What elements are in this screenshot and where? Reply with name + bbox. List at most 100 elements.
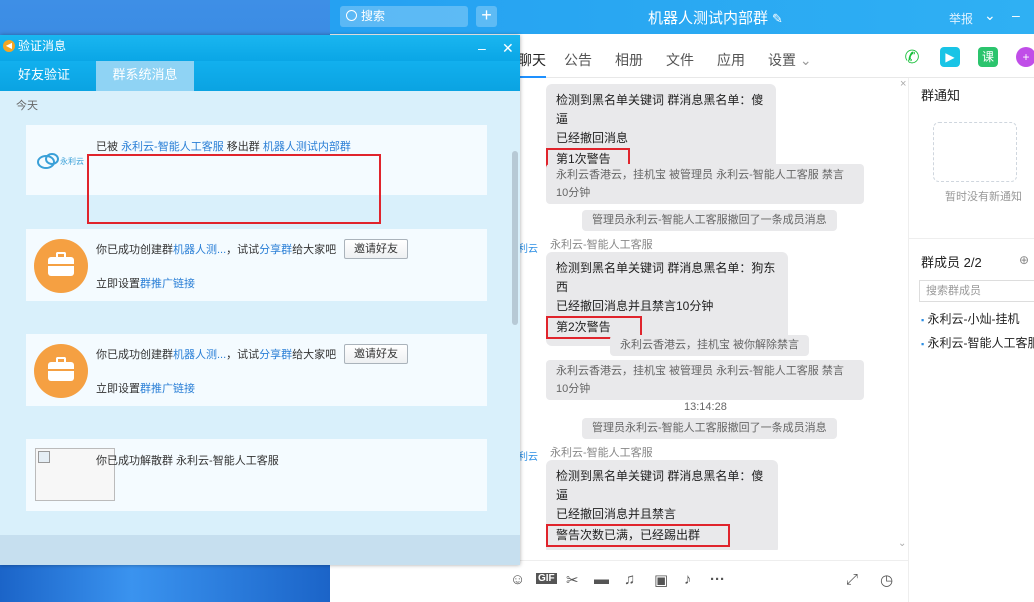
verification-message-list: 今天 永利云 已被 永利云-智能人工客服 移出群 机器人测试内部群 你已成功创建…	[0, 91, 520, 535]
message-text: 已经撤回消息并且禁言	[556, 507, 677, 521]
text-mid: 移出群	[226, 141, 260, 153]
group-link[interactable]: 机器人测试内部群	[263, 141, 351, 153]
cloud-logo-icon: 永利云	[36, 149, 86, 171]
avatar: ▪	[921, 339, 925, 349]
search-input[interactable]: 搜索	[340, 6, 468, 27]
message-text: 已被 永利云-智能人工客服 移出群 机器人测试内部群	[96, 138, 351, 154]
chevron-down-icon[interactable]: ⌄	[984, 7, 996, 24]
scrollbar[interactable]	[512, 151, 518, 325]
invite-friends-button[interactable]: 邀请好友	[344, 239, 408, 259]
add-app-icon[interactable]: +	[1016, 47, 1034, 67]
folder-icon[interactable]: ▬	[594, 571, 609, 588]
search-icon	[346, 10, 357, 21]
member-name: 永利云-小灿-挂机	[927, 312, 1020, 326]
member-settings-icon[interactable]: ⊕	[1019, 253, 1029, 267]
system-notice: 永利云香港云，挂机宝 被你解除禁言	[610, 335, 810, 356]
system-notice: 永利云香港云，挂机宝 被管理员 永利云-智能人工客服 禁言10分钟	[546, 164, 864, 204]
tab-chat[interactable]: 聊天	[518, 50, 546, 78]
add-button[interactable]: +	[476, 6, 497, 27]
chevron-down-icon: ⌄	[799, 52, 812, 68]
speaker-icon: ◀	[3, 40, 15, 52]
gif-icon[interactable]: GIF	[536, 573, 557, 584]
member-item[interactable]: ▪ 永利云-小灿-挂机	[921, 310, 1020, 327]
message-text: 你已成功解散群 永利云-智能人工客服	[96, 455, 279, 467]
avatar[interactable]: 利云	[518, 240, 544, 255]
message-text: 你已成功创建群机器人测...，试试分享群给大家吧	[96, 241, 336, 257]
video-icon[interactable]: ▶	[940, 47, 960, 67]
highlight-box	[87, 154, 381, 224]
verification-title-bar: ◀ 验证消息 – ✕	[0, 35, 520, 61]
chat-tab-bar: 聊天 公告 相册 文件 应用 设置 ⌄ ✆ ▶ 课 +	[500, 34, 1034, 78]
close-icon[interactable]: ×	[900, 78, 906, 90]
chat-title-text: 机器人测试内部群	[648, 10, 769, 27]
emoji-icon[interactable]: ☺	[510, 571, 525, 588]
list-item: 你已成功创建群机器人测...，试试分享群给大家吧 邀请好友 立即设置群推广链接	[26, 334, 487, 406]
edit-icon[interactable]: ✎	[772, 11, 783, 27]
tab-friend-verification[interactable]: 好友验证	[0, 61, 88, 91]
briefcase-icon	[34, 344, 88, 398]
setup-prefix: 立即设置	[96, 278, 140, 290]
members-title: 群成员 2/2	[921, 255, 982, 270]
music-icon[interactable]: ♫	[624, 571, 635, 588]
verification-footer	[0, 535, 520, 565]
report-link[interactable]: 举报	[949, 10, 973, 27]
avatar: ▪	[921, 315, 925, 325]
history-icon[interactable]: ◷	[880, 571, 893, 589]
text-prefix: 你已成功创建群	[96, 244, 173, 256]
tab-settings[interactable]: 设置 ⌄	[768, 50, 812, 70]
tab-apps[interactable]: 应用	[717, 50, 745, 70]
setup-prefix: 立即设置	[96, 383, 140, 395]
lesson-icon[interactable]: 课	[978, 47, 998, 67]
message-text: 检测到黑名单关键词 群消息黑名单：傻逼	[556, 93, 764, 126]
promotion-link[interactable]: 群推广链接	[140, 278, 195, 290]
member-name: 永利云-智能人工客服	[927, 336, 1034, 350]
invite-friends-button[interactable]: 邀请好友	[344, 344, 408, 364]
phone-icon[interactable]: ✆	[902, 47, 922, 67]
scroll-down-icon[interactable]: ⌄	[898, 538, 906, 549]
tab-group-system-messages[interactable]: 群系统消息	[96, 61, 194, 91]
verification-window: ◀ 验证消息 – ✕ 好友验证 群系统消息 今天 永利云 已被 永利云-智能人工…	[0, 35, 520, 565]
system-notice: 管理员永利云-智能人工客服撤回了一条成员消息	[582, 210, 837, 231]
list-item: 你已成功解散群 永利云-智能人工客服	[26, 439, 487, 511]
input-toolbar: ☺ GIF ✂ ▬ ♫ ▣ ♪ ··· ⤢ ◷	[500, 560, 908, 602]
warning-text: 警告次数已满，已经踢出群	[546, 524, 730, 547]
expand-icon[interactable]: ⤢	[846, 571, 858, 588]
share-group-link[interactable]: 分享群	[259, 349, 292, 361]
divider	[909, 238, 1034, 239]
sender-name[interactable]: 永利云-智能人工客服	[550, 444, 653, 460]
text-mid: ，试试	[226, 244, 260, 256]
scissors-icon[interactable]: ✂	[566, 571, 579, 589]
list-item: 你已成功创建群机器人测...，试试分享群给大家吧 邀请好友 立即设置群推广链接	[26, 229, 487, 301]
close-icon[interactable]: ✕	[502, 37, 514, 59]
image-icon[interactable]: ▣	[654, 571, 668, 589]
member-item[interactable]: ▪ 永利云-智能人工客服	[921, 334, 1034, 351]
minimize-icon[interactable]: –	[1012, 7, 1020, 23]
svg-text:永利云: 永利云	[60, 156, 84, 166]
text-suffix: 给大家吧	[292, 244, 337, 256]
message-text: 检测到黑名单关键词 群消息黑名单：傻逼	[556, 469, 764, 502]
promotion-link[interactable]: 群推广链接	[140, 383, 195, 395]
tab-settings-label: 设置	[768, 52, 796, 68]
text-mid: ，试试	[226, 349, 260, 361]
system-notice: 永利云香港云，挂机宝 被管理员 永利云-智能人工客服 禁言10分钟	[546, 360, 864, 400]
share-group-link[interactable]: 分享群	[259, 244, 292, 256]
message-text: 已经撤回消息	[556, 131, 629, 145]
tab-album[interactable]: 相册	[615, 50, 643, 70]
message-text: 检测到黑名单关键词 群消息黑名单：狗东西	[556, 261, 776, 294]
system-notice: 管理员永利云-智能人工客服撤回了一条成员消息	[582, 418, 837, 439]
bell-icon[interactable]: ♪	[684, 571, 692, 588]
sender-name[interactable]: 永利云-智能人工客服	[550, 236, 653, 252]
member-search-input[interactable]: 搜索群成员	[919, 280, 1034, 302]
date-header: 今天	[16, 100, 38, 112]
minimize-icon[interactable]: –	[478, 37, 486, 59]
group-link[interactable]: 机器人测...	[173, 244, 226, 256]
more-icon[interactable]: ···	[710, 571, 725, 588]
message-text: 你已成功创建群机器人测...，试试分享群给大家吧	[96, 346, 336, 362]
group-notice-title: 群通知	[921, 88, 961, 103]
tab-announcement[interactable]: 公告	[564, 50, 592, 70]
avatar[interactable]: 利云	[518, 448, 544, 463]
tab-files[interactable]: 文件	[666, 50, 694, 70]
chat-title-bar: 搜索 + 机器人测试内部群 ✎ 举报 ⌄ –	[330, 0, 1034, 34]
group-link[interactable]: 机器人测...	[173, 349, 226, 361]
user-link[interactable]: 永利云-智能人工客服	[121, 141, 224, 153]
